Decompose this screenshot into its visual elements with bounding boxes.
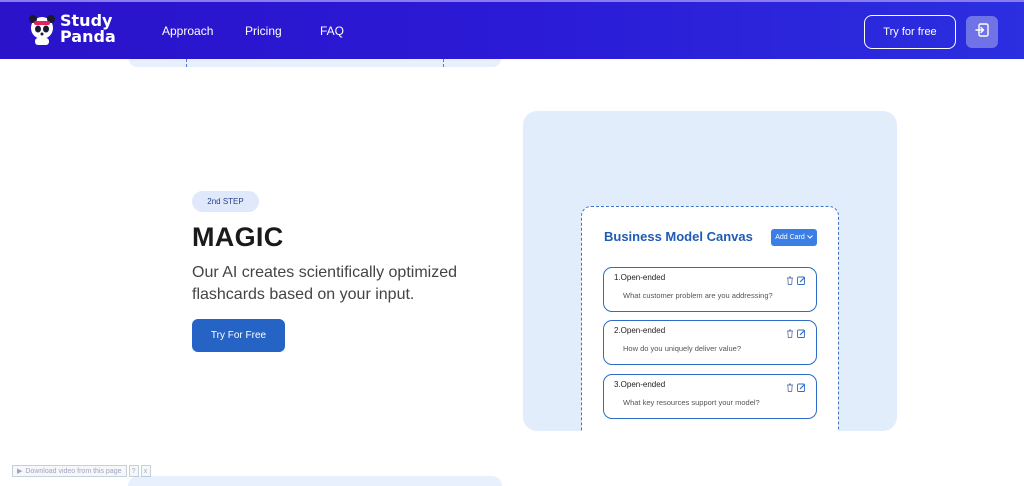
next-section-edge <box>128 476 502 486</box>
flashcard-question: What key resources support your model? <box>623 398 760 407</box>
top-navbar: Study Panda Approach Pricing FAQ Try for… <box>0 0 1024 59</box>
try-for-free-cta[interactable]: Try For Free <box>192 319 285 352</box>
play-icon: ▶ <box>17 468 23 475</box>
try-for-free-button[interactable]: Try for free <box>864 15 956 49</box>
trash-icon[interactable] <box>786 272 794 290</box>
edit-icon[interactable] <box>797 272 806 290</box>
flashcard-label: 2.Open-ended <box>614 326 666 335</box>
flashcard-canvas: Business Model Canvas Add Card 1.Open-en… <box>581 206 839 431</box>
edit-icon[interactable] <box>797 325 806 343</box>
flashcard-question: What customer problem are you addressing… <box>623 291 773 300</box>
step-badge: 2nd STEP <box>192 191 259 212</box>
previous-section-edge <box>129 59 501 67</box>
canvas-title: Business Model Canvas <box>604 229 753 244</box>
previous-section-divider <box>186 59 187 67</box>
flashcard-actions <box>786 325 806 343</box>
login-icon <box>975 22 989 42</box>
previous-section-divider <box>443 59 444 67</box>
trash-icon[interactable] <box>786 379 794 397</box>
add-card-label: Add Card <box>775 234 805 241</box>
add-card-button[interactable]: Add Card <box>771 229 817 246</box>
edit-icon[interactable] <box>797 379 806 397</box>
close-icon[interactable]: x <box>140 465 151 477</box>
help-icon[interactable]: ? <box>128 465 139 477</box>
section-title: MAGIC <box>192 222 284 252</box>
download-video-button[interactable]: ▶ Download video from this page <box>12 465 127 477</box>
flashcard-item[interactable]: 2.Open-ended How do you uniquely deliver… <box>603 320 817 365</box>
login-button[interactable] <box>966 16 998 48</box>
logo-text: Study Panda <box>60 13 116 45</box>
illustration-panel: Business Model Canvas Add Card 1.Open-en… <box>523 111 897 431</box>
nav-pricing[interactable]: Pricing <box>245 24 295 38</box>
section-description: Our AI creates scientifically optimized … <box>192 264 457 303</box>
trash-icon[interactable] <box>786 325 794 343</box>
download-video-label: Download video from this page <box>25 467 122 475</box>
panda-logo-icon <box>28 12 56 46</box>
flashcard-item[interactable]: 3.Open-ended What key resources support … <box>603 374 817 419</box>
flashcard-label: 3.Open-ended <box>614 380 666 389</box>
download-video-bar: ▶ Download video from this page ? x <box>12 465 151 477</box>
chevron-down-icon <box>806 234 813 241</box>
nav-faq[interactable]: FAQ <box>320 24 360 38</box>
logo[interactable]: Study Panda <box>28 12 116 46</box>
flashcard-label: 1.Open-ended <box>614 273 666 282</box>
flashcard-actions <box>786 272 806 290</box>
flashcard-item[interactable]: 1.Open-ended What customer problem are y… <box>603 267 817 312</box>
flashcard-question: How do you uniquely deliver value? <box>623 344 741 353</box>
flashcard-actions <box>786 379 806 397</box>
logo-line2: Panda <box>60 27 116 46</box>
nav-approach[interactable]: Approach <box>162 24 222 38</box>
